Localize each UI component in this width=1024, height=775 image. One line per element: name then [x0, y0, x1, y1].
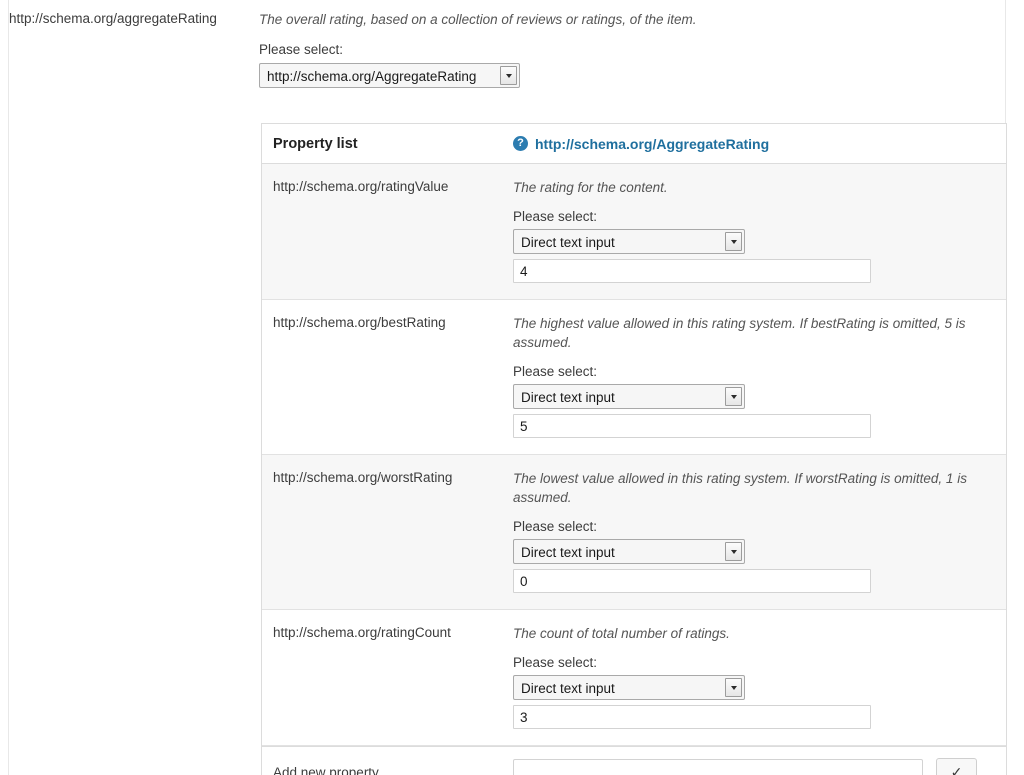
- page-border-left: [8, 0, 9, 775]
- input-mode-select-value: Direct text input: [521, 545, 615, 560]
- property-list-title: Property list: [273, 135, 358, 152]
- input-mode-select[interactable]: Direct text input: [513, 539, 745, 564]
- property-name: http://schema.org/ratingCount: [273, 625, 451, 640]
- table-row: http://schema.org/bestRating The highest…: [262, 300, 1006, 455]
- top-type-select-value: http://schema.org/AggregateRating: [267, 69, 477, 84]
- property-select-label: Please select:: [513, 655, 598, 670]
- property-editor: The rating for the content. Please selec…: [513, 164, 1006, 299]
- property-name: http://schema.org/worstRating: [273, 470, 453, 485]
- chevron-down-icon[interactable]: [725, 387, 742, 406]
- property-value-input[interactable]: [513, 259, 871, 283]
- add-new-property-row: Add new property ✓: [262, 746, 1006, 775]
- add-new-property-label: Add new property: [273, 764, 379, 775]
- property-description: The count of total number of ratings.: [513, 626, 730, 641]
- top-property-uri: http://schema.org/aggregateRating: [9, 11, 217, 26]
- chevron-down-icon[interactable]: [500, 66, 517, 85]
- chevron-down-icon[interactable]: [725, 542, 742, 561]
- property-list-header-right: ? http://schema.org/AggregateRating: [513, 136, 1006, 152]
- top-property-description: The overall rating, based on a collectio…: [259, 12, 697, 27]
- top-type-select[interactable]: http://schema.org/AggregateRating: [259, 63, 520, 88]
- property-select-label: Please select:: [513, 209, 598, 224]
- table-row: http://schema.org/ratingCount The count …: [262, 610, 1006, 746]
- property-value-input[interactable]: [513, 705, 871, 729]
- input-mode-select-value: Direct text input: [521, 235, 615, 250]
- page-root: http://schema.org/aggregateRating The ov…: [0, 0, 1024, 775]
- property-description: The lowest value allowed in this rating …: [513, 471, 967, 505]
- chevron-down-icon[interactable]: [725, 678, 742, 697]
- chevron-down-icon[interactable]: [725, 232, 742, 251]
- input-mode-select-value: Direct text input: [521, 681, 615, 696]
- property-description: The highest value allowed in this rating…: [513, 316, 966, 350]
- property-name: http://schema.org/bestRating: [273, 315, 446, 330]
- add-new-property-input[interactable]: [513, 759, 923, 775]
- property-name: http://schema.org/ratingValue: [273, 179, 449, 194]
- input-mode-select[interactable]: Direct text input: [513, 675, 745, 700]
- property-description: The rating for the content.: [513, 180, 668, 195]
- property-value-input[interactable]: [513, 414, 871, 438]
- input-mode-select[interactable]: Direct text input: [513, 229, 745, 254]
- property-editor: The count of total number of ratings. Pl…: [513, 610, 1006, 745]
- property-value-input[interactable]: [513, 569, 871, 593]
- input-mode-select-value: Direct text input: [521, 390, 615, 405]
- table-row: http://schema.org/ratingValue The rating…: [262, 164, 1006, 300]
- check-icon: ✓: [950, 764, 963, 775]
- property-editor: The lowest value allowed in this rating …: [513, 455, 1006, 609]
- top-select-label: Please select:: [259, 42, 344, 57]
- confirm-add-button[interactable]: ✓: [936, 758, 977, 775]
- property-select-label: Please select:: [513, 364, 598, 379]
- add-new-property-controls: ✓: [513, 758, 1006, 775]
- input-mode-select[interactable]: Direct text input: [513, 384, 745, 409]
- table-row: http://schema.org/worstRating The lowest…: [262, 455, 1006, 610]
- property-list-header: Property list ? http://schema.org/Aggreg…: [262, 124, 1006, 164]
- schema-type-link[interactable]: http://schema.org/AggregateRating: [535, 136, 769, 152]
- property-list-table: Property list ? http://schema.org/Aggreg…: [261, 123, 1007, 775]
- question-circle-icon[interactable]: ?: [513, 136, 528, 151]
- property-editor: The highest value allowed in this rating…: [513, 300, 1006, 454]
- property-select-label: Please select:: [513, 519, 598, 534]
